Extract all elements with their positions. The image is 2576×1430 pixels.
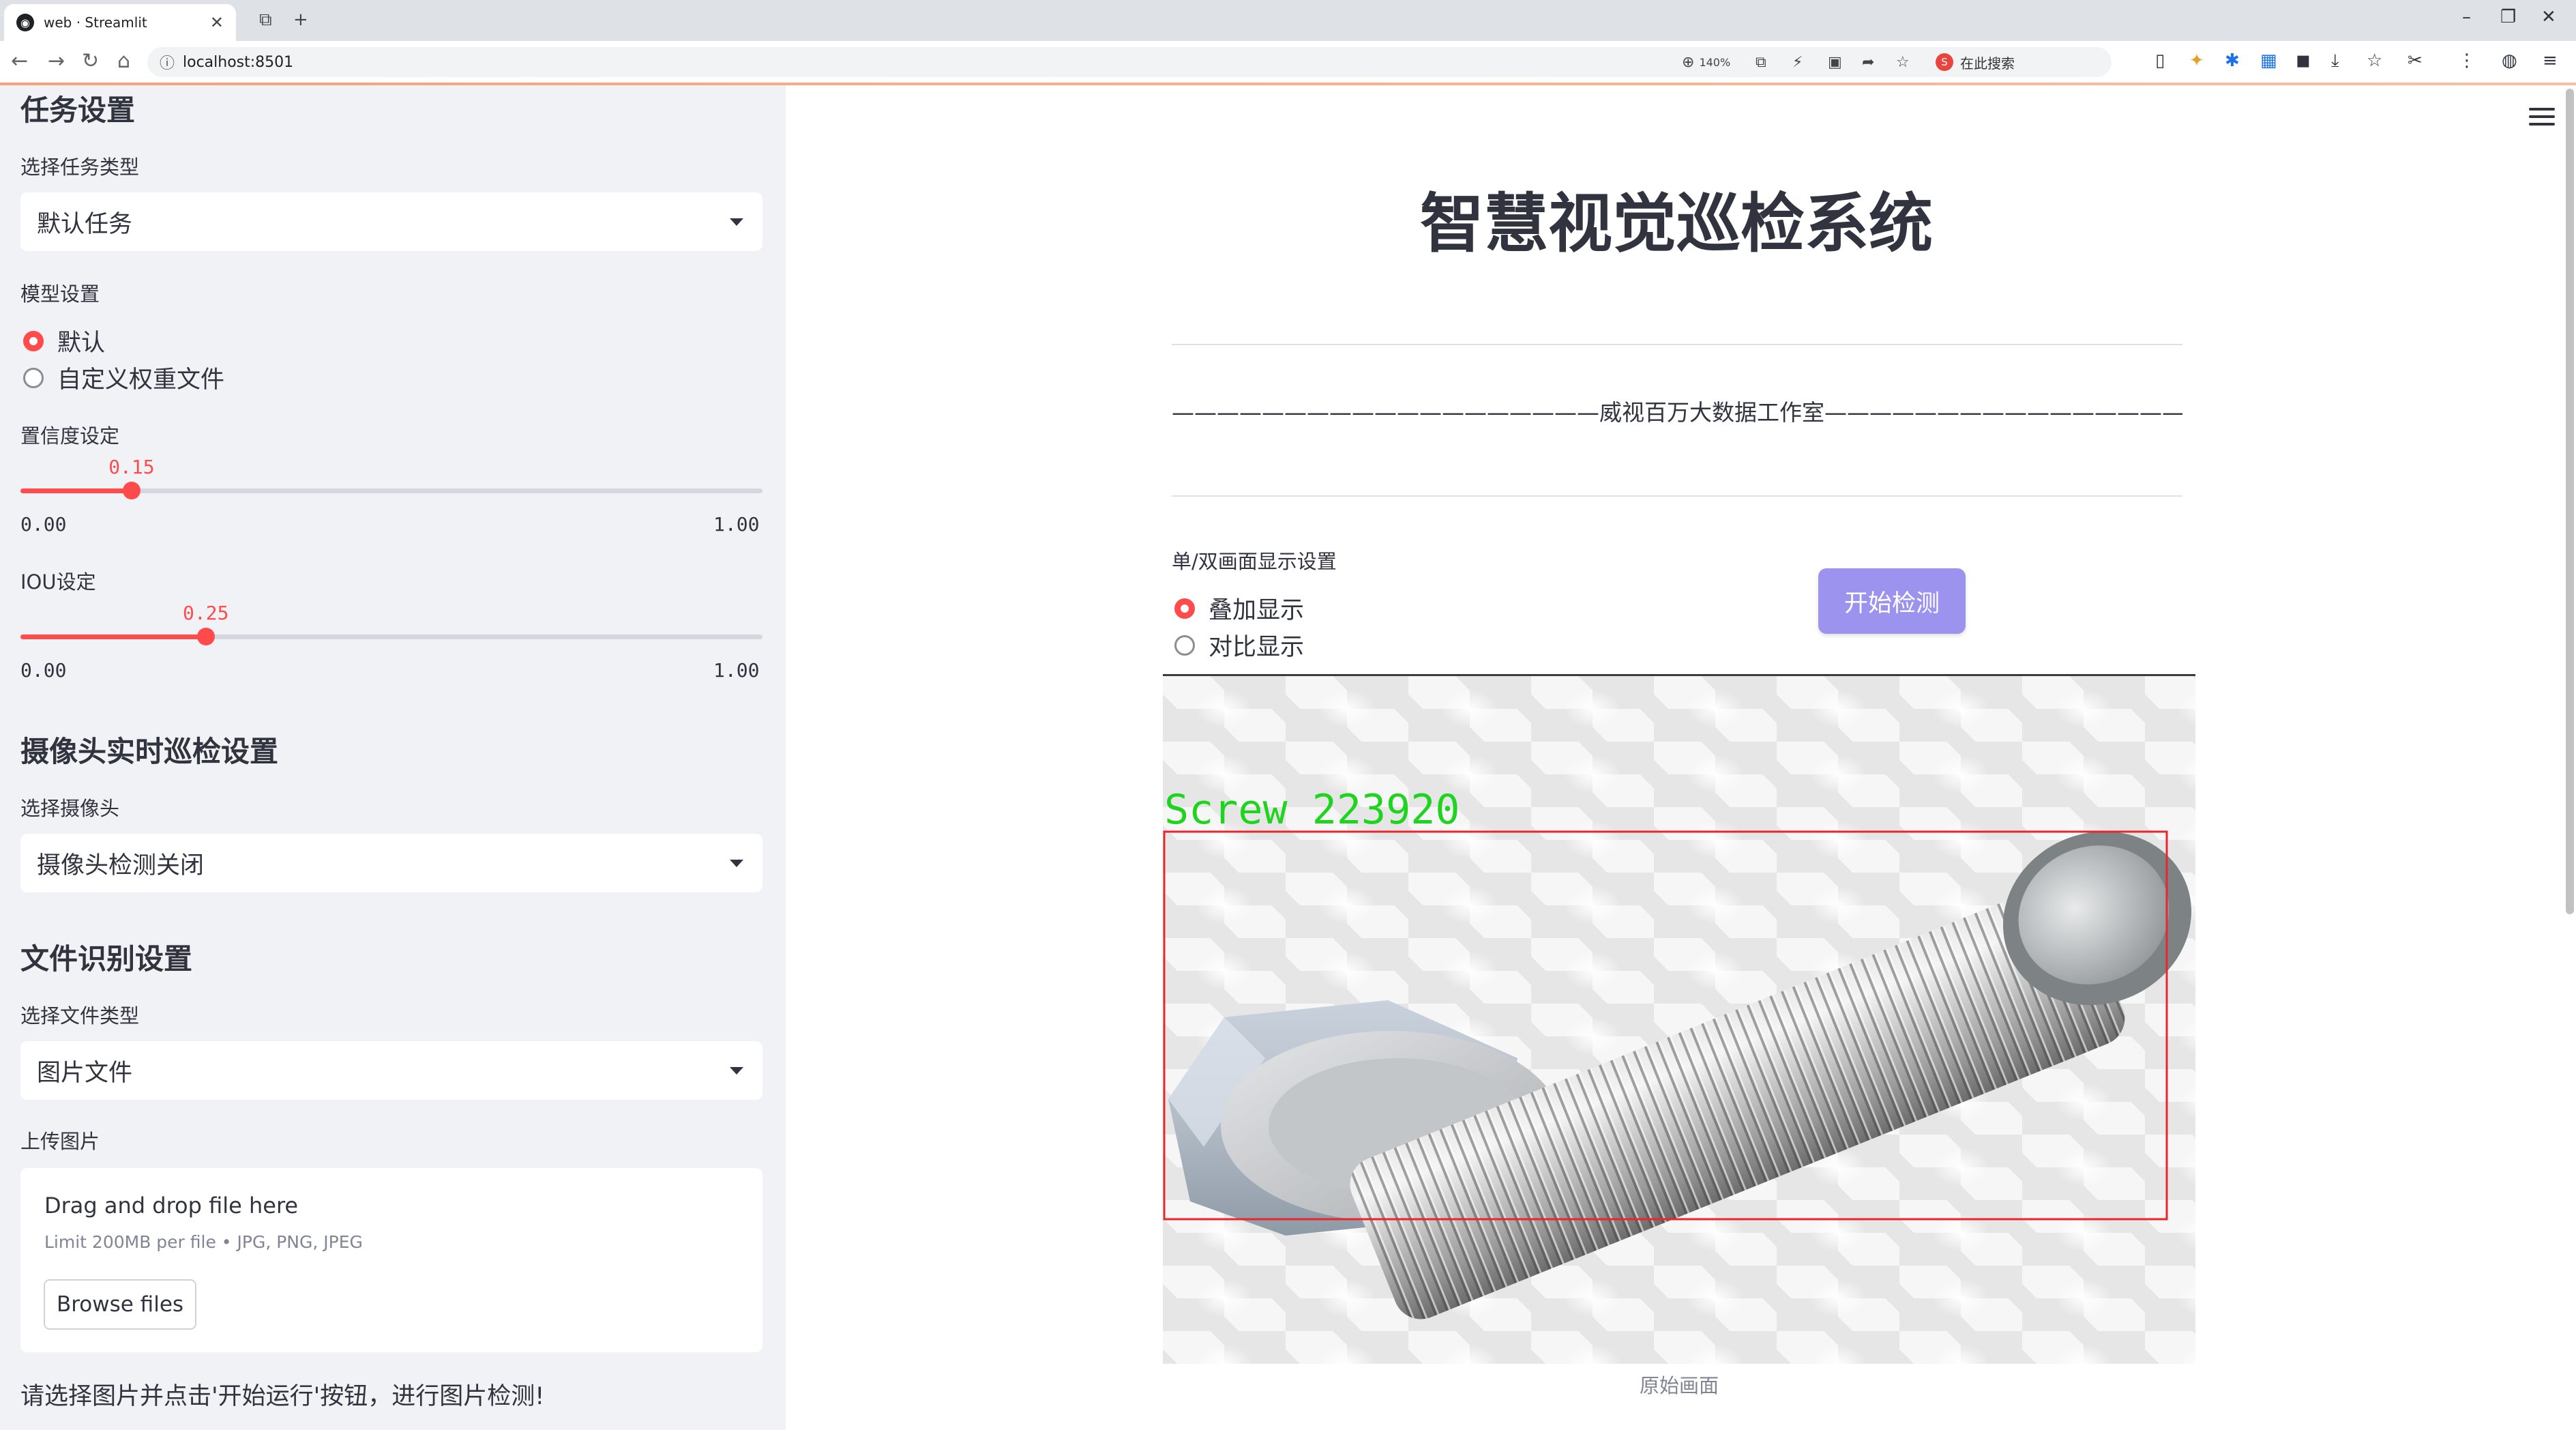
iou-slider-track[interactable] [20, 634, 763, 639]
close-tab-icon[interactable]: ✕ [210, 13, 224, 32]
confidence-slider-thumb[interactable] [123, 482, 141, 499]
task-type-value: 默认任务 [37, 210, 133, 238]
radio-selected-icon [23, 330, 44, 351]
radio-model-custom[interactable]: 自定义权重文件 [23, 360, 224, 395]
back-icon[interactable]: ← [11, 49, 28, 73]
more-icon[interactable]: ⋮ [2458, 50, 2476, 71]
home-icon[interactable]: ⌂ [117, 49, 130, 73]
iou-max: 1.00 [713, 659, 760, 682]
page-scrollbar[interactable] [2566, 89, 2574, 914]
camera-label: 选择摄像头 [20, 797, 120, 820]
radio-unselected-icon [23, 367, 44, 388]
iou-value: 0.25 [183, 602, 229, 624]
upload-drop-text: Drag and drop file here [44, 1193, 299, 1219]
tab-group-icon[interactable]: ⧉ [259, 10, 272, 31]
browse-files-button[interactable]: Browse files [44, 1279, 196, 1330]
detection-label: Screw 223920 [1164, 786, 1460, 834]
hamburger-menu-icon[interactable] [2529, 108, 2555, 130]
upload-hint-text: 请选择图片并点击'开始运行'按钮，进行图片检测! [20, 1383, 545, 1410]
tab-title: web · Streamlit [44, 14, 147, 31]
divider [1172, 495, 2182, 497]
file-settings-heading: 文件识别设置 [20, 942, 193, 976]
model-settings-label: 模型设置 [20, 282, 100, 306]
share-icon[interactable]: ➦ [1862, 47, 1874, 77]
file-type-label: 选择文件类型 [20, 1004, 140, 1027]
chevron-down-icon [730, 218, 743, 226]
upload-limit-text: Limit 200MB per file • JPG, PNG, JPEG [44, 1232, 363, 1252]
radio-label: 对比显示 [1209, 634, 1305, 661]
file-uploader-dropzone[interactable]: Drag and drop file here Limit 200MB per … [20, 1168, 763, 1352]
iou-slider-thumb[interactable] [197, 628, 215, 645]
zoom-indicator[interactable]: ⊕ 140% [1682, 47, 1730, 77]
radio-label: 默认 [57, 330, 106, 357]
camera-select[interactable]: 摄像头检测关闭 [20, 834, 763, 892]
confidence-max: 1.00 [713, 513, 760, 536]
studio-subtitle: ———————————————————威视百万大数据工作室———————————… [1172, 399, 2182, 426]
task-type-select[interactable]: 默认任务 [20, 192, 763, 251]
url-text: localhost:8501 [183, 53, 294, 71]
page-title: 智慧视觉巡检系统 [1419, 187, 1933, 261]
file-type-value: 图片文件 [37, 1059, 133, 1087]
bookmark-star-icon[interactable]: ☆ [1896, 47, 1910, 77]
confidence-slider-fill [20, 488, 132, 493]
radio-display-compare[interactable]: 对比显示 [1174, 628, 1304, 662]
site-info-icon[interactable]: ⓘ [160, 51, 175, 73]
camera-value: 摄像头检测关闭 [37, 851, 205, 879]
radio-display-overlay[interactable]: 叠加显示 [1174, 591, 1304, 626]
iou-label: IOU设定 [20, 570, 96, 594]
new-tab-icon[interactable]: + [293, 10, 308, 30]
screenshot-icon[interactable]: ▣ [1828, 47, 1842, 77]
iou-slider-fill [20, 634, 206, 639]
divider [1172, 344, 2182, 345]
upload-label: 上传图片 [20, 1130, 100, 1153]
extension-app-icon[interactable]: ◼ [2296, 50, 2311, 71]
chevron-down-icon [730, 1067, 743, 1075]
image-caption: 原始画面 [1639, 1374, 1719, 1397]
display-mode-label: 单/双画面显示设置 [1172, 550, 1337, 573]
chevron-down-icon [730, 860, 743, 867]
radio-label: 叠加显示 [1209, 597, 1305, 624]
radio-model-default[interactable]: 默认 [23, 323, 105, 358]
extension-puzzle-icon[interactable]: ✱ [2225, 50, 2240, 71]
scissors-icon[interactable]: ✂ [2408, 50, 2423, 71]
lightning-icon[interactable]: ⚡ [1792, 47, 1803, 77]
minimize-icon[interactable]: – [2462, 7, 2471, 27]
iou-min: 0.00 [20, 659, 67, 682]
streamlit-favicon-icon: ◉ [16, 14, 34, 31]
task-settings-heading: 任务设置 [20, 93, 136, 127]
browser-tab-bar: ◉ web · Streamlit ✕ ⧉ + – ❐ ✕ [0, 0, 2576, 41]
file-type-select[interactable]: 图片文件 [20, 1041, 763, 1100]
zoom-icon: ⊕ [1682, 53, 1695, 71]
search-engine-box[interactable]: S 在此搜索 [1936, 47, 2140, 77]
close-window-icon[interactable]: ✕ [2541, 7, 2556, 27]
start-detection-button[interactable]: 开始检测 [1818, 568, 1966, 634]
search-placeholder: 在此搜索 [1960, 55, 2015, 72]
search-engine-icon: S [1936, 53, 1953, 71]
translate-icon[interactable]: ⧉ [1756, 47, 1766, 77]
task-type-label: 选择任务类型 [20, 156, 140, 179]
url-input[interactable]: ⓘ localhost:8501 [147, 47, 2112, 77]
camera-settings-heading: 摄像头实时巡检设置 [20, 735, 279, 768]
detection-result-image: Screw 223920 [1163, 676, 2195, 1364]
browser-menu-icon[interactable]: ≡ [2543, 50, 2558, 71]
reload-icon[interactable]: ↻ [82, 49, 99, 73]
forward-icon[interactable]: → [48, 49, 65, 73]
restore-icon[interactable]: ❐ [2500, 7, 2516, 27]
phone-icon[interactable]: ▯ [2155, 50, 2165, 71]
download-icon[interactable]: ⤓ [2331, 50, 2339, 72]
profile-avatar-icon[interactable]: ◍ [2502, 50, 2517, 71]
screw-illustration: Screw 223920 [1163, 786, 2191, 1319]
extension-star-icon[interactable]: ✦ [2189, 50, 2204, 71]
browser-tab[interactable]: ◉ web · Streamlit ✕ [4, 4, 236, 41]
radio-unselected-icon [1174, 634, 1195, 656]
zoom-level: 140% [1699, 55, 1731, 69]
extension-grid-icon[interactable]: ▦ [2260, 50, 2277, 71]
favorites-icon[interactable]: ☆ [2367, 50, 2382, 71]
confidence-label: 置信度设定 [20, 424, 120, 448]
radio-label: 自定义权重文件 [57, 366, 225, 394]
confidence-value: 0.15 [108, 456, 155, 478]
confidence-min: 0.00 [20, 513, 67, 536]
radio-selected-icon [1174, 598, 1195, 619]
